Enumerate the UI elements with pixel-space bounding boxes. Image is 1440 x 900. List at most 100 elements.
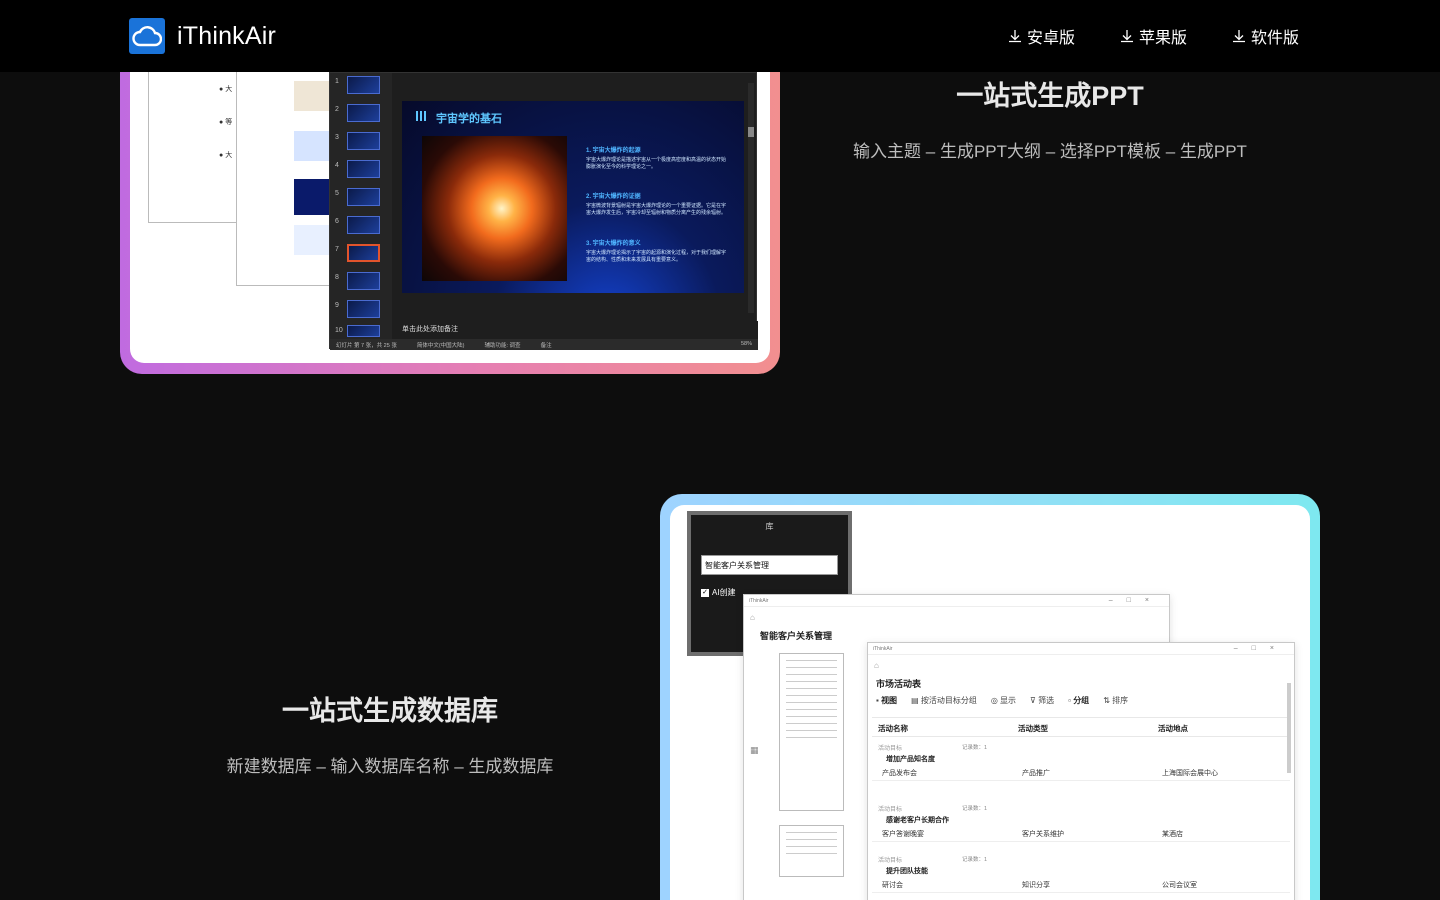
download-icon: [1120, 30, 1133, 43]
grid-icon: [416, 111, 428, 121]
toolbar-group-by[interactable]: ▤ 按活动目标分组: [911, 695, 977, 706]
ai-create-checkbox[interactable]: ✓ AI创建: [701, 587, 736, 598]
table-title: 市场活动表: [876, 679, 922, 689]
dialog-title: 库: [765, 522, 774, 531]
doc-bullet: ● 等: [219, 119, 233, 126]
table-structure-tree: [779, 825, 844, 877]
top-header: iThinkAir 安卓版 苹果版 软件版: [0, 0, 1440, 72]
toolbar-group[interactable]: ▫ 分组: [1068, 695, 1089, 706]
nav-software-download[interactable]: 软件版: [1231, 24, 1299, 48]
language-status: 简体中文(中国大陆): [416, 343, 465, 349]
slide-thumb-5[interactable]: 5: [330, 188, 392, 208]
zoom-level[interactable]: 58%: [741, 341, 752, 348]
table-toolbar: ▪ 视图 ▤ 按活动目标分组 ◎ 显示 ⊽ 筛选 ▫ 分组 ⇅ 排序: [876, 695, 1128, 706]
nav-android-download[interactable]: 安卓版: [1007, 24, 1075, 48]
group-field-label: 活动目标: [878, 807, 903, 813]
slide-counter: 幻灯片 第 7 张，共 25 张: [336, 343, 397, 349]
table-icon[interactable]: ▦: [750, 745, 759, 756]
window-controls[interactable]: –□×: [1234, 645, 1288, 652]
home-icon[interactable]: ⌂: [750, 613, 755, 622]
table-window: iThinkAir –□× ⌂ 市场活动表 ▪ 视图 ▤ 按活动目标分组 ◎ 显…: [867, 642, 1295, 900]
group-count: 记录数：1: [962, 745, 988, 751]
download-icon: [1008, 30, 1021, 43]
vertical-scrollbar[interactable]: [748, 83, 754, 313]
group-count: 记录数：1: [962, 806, 988, 812]
doc-bullet: ● 大: [219, 152, 233, 159]
template-thumb: [294, 81, 334, 111]
template-thumb: [294, 179, 334, 215]
download-icon: [1232, 30, 1245, 43]
status-bar: 幻灯片 第 7 张，共 25 张 简体中文(中国大陆) 辅助功能: 调查 备注 …: [330, 339, 758, 350]
template-thumb: [294, 131, 334, 161]
powerpoint-window: 1 2 3 4 5 6 7 8 9 10 宇宙学的基石 1. 宇宙大爆炸的起源 …: [329, 72, 758, 350]
notes-placeholder[interactable]: 单击此处添加备注: [392, 321, 758, 339]
window-titlebar: iThinkAir –□×: [744, 595, 1169, 607]
group-field-label: 活动目标: [878, 746, 903, 752]
slide-point-body: 宇宙微波背景辐射是宇宙大爆炸理论的一个重要证据。它是在宇宙大爆炸发生后，宇宙冷却…: [586, 203, 727, 216]
ai-create-label: AI创建: [712, 588, 736, 597]
db-title: 智能客户关系管理: [760, 631, 833, 641]
toolbar-view[interactable]: ▪ 视图: [876, 695, 897, 706]
slide-title: 宇宙学的基石: [436, 113, 502, 125]
slide-point-body: 宇宙大爆炸理论是描述宇宙从一个极度高密度和高温的状态开始膨胀演化至今的科学理论之…: [586, 157, 727, 170]
column-header[interactable]: 活动类型: [1018, 718, 1048, 736]
toolbar-show[interactable]: ◎ 显示: [991, 695, 1016, 706]
window-brand: iThinkAir: [873, 646, 893, 652]
slide-thumb-3[interactable]: 3: [330, 132, 392, 152]
column-header[interactable]: 活动地点: [1158, 718, 1188, 736]
column-header[interactable]: 活动名称: [878, 718, 908, 736]
slide-point-heading: 3. 宇宙大爆炸的意义: [586, 241, 641, 247]
ppt-feature-title: 一站式生成PPT: [956, 81, 1144, 111]
home-icon[interactable]: ⌂: [874, 661, 879, 670]
db-feature-title: 一站式生成数据库: [282, 696, 498, 726]
accessibility-status[interactable]: 辅助功能: 调查: [485, 341, 521, 349]
ppt-screenshot: ● 大 ● 等 ● 大 1 2 3 4 5 6 7 8 9 10 宇宙学的基石 …: [130, 40, 770, 363]
nav-apple-download[interactable]: 苹果版: [1119, 24, 1187, 48]
window-brand: iThinkAir: [749, 598, 769, 604]
slide-thumb-6[interactable]: 6: [330, 216, 392, 236]
table-row[interactable]: 研讨会 知识分享 公司会议室: [872, 877, 1290, 893]
brand-name: iThinkAir: [177, 21, 277, 50]
slide-thumb-1[interactable]: 1: [330, 76, 392, 96]
table-structure-tree: [779, 653, 844, 811]
slide-thumb-4[interactable]: 4: [330, 160, 392, 180]
group-value: 提升团队技能: [886, 868, 928, 875]
slide-point-body: 宇宙大爆炸理论揭示了宇宙的起源和演化过程，对于我们理解宇宙的结构、性质和未来发展…: [586, 250, 727, 263]
toolbar-sort[interactable]: ⇅ 排序: [1103, 695, 1128, 706]
db-name-input[interactable]: 智能客户关系管理: [701, 555, 838, 575]
cloud-icon: [129, 18, 165, 54]
slide-thumb-9[interactable]: 9: [330, 300, 392, 320]
window-controls[interactable]: –□×: [1109, 597, 1163, 604]
slide-thumb-7[interactable]: 7: [330, 244, 392, 264]
window-titlebar: iThinkAir –□×: [868, 643, 1294, 655]
table-row[interactable]: 产品发布会 产品推广 上海国际会展中心: [872, 765, 1290, 781]
current-slide[interactable]: 宇宙学的基石 1. 宇宙大爆炸的起源 宇宙大爆炸理论是描述宇宙从一个极度高密度和…: [402, 101, 744, 293]
brand-logo[interactable]: iThinkAir: [129, 18, 276, 54]
checkbox-checked-icon: ✓: [701, 588, 709, 597]
nav-android-label: 安卓版: [1026, 30, 1075, 47]
toolbar-filter[interactable]: ⊽ 筛选: [1030, 695, 1054, 706]
group-field-label: 活动目标: [878, 858, 903, 864]
slide-point-heading: 2. 宇宙大爆炸的证据: [586, 194, 641, 200]
template-thumb: [294, 225, 334, 255]
slide-thumb-2[interactable]: 2: [330, 104, 392, 124]
galaxy-image: [422, 136, 567, 281]
db-screenshot-frame: 库 智能客户关系管理 ✓ AI创建 iThinkAir –□× ⌂ 智能客户关系…: [660, 494, 1320, 900]
slide-thumbnail-pane: 1 2 3 4 5 6 7 8 9 10: [330, 73, 392, 339]
slide-point-heading: 1. 宇宙大爆炸的起源: [586, 148, 641, 154]
db-screenshot: 库 智能客户关系管理 ✓ AI创建 iThinkAir –□× ⌂ 智能客户关系…: [670, 505, 1310, 900]
table-row[interactable]: 客户答谢晚宴 客户关系维护 某酒店: [872, 826, 1290, 842]
ppt-feature-description: 输入主题 – 生成PPT大纲 – 选择PPT模板 – 生成PPT: [853, 142, 1247, 161]
vertical-scrollbar[interactable]: [1287, 683, 1291, 773]
nav-apple-label: 苹果版: [1138, 30, 1187, 47]
notes-toggle[interactable]: 备注: [541, 341, 552, 349]
group-value: 感谢老客户长期合作: [886, 817, 949, 824]
nav-software-label: 软件版: [1250, 30, 1299, 47]
db-feature-description: 新建数据库 – 输入数据库名称 – 生成数据库: [226, 757, 554, 776]
download-nav: 安卓版 苹果版 软件版: [1007, 24, 1299, 48]
table-header-row: 活动名称 活动类型 活动地点: [872, 717, 1290, 737]
slide-thumb-8[interactable]: 8: [330, 272, 392, 292]
group-count: 记录数：1: [962, 857, 988, 863]
group-value: 增加产品知名度: [886, 756, 935, 763]
doc-bullet: ● 大: [219, 86, 233, 93]
